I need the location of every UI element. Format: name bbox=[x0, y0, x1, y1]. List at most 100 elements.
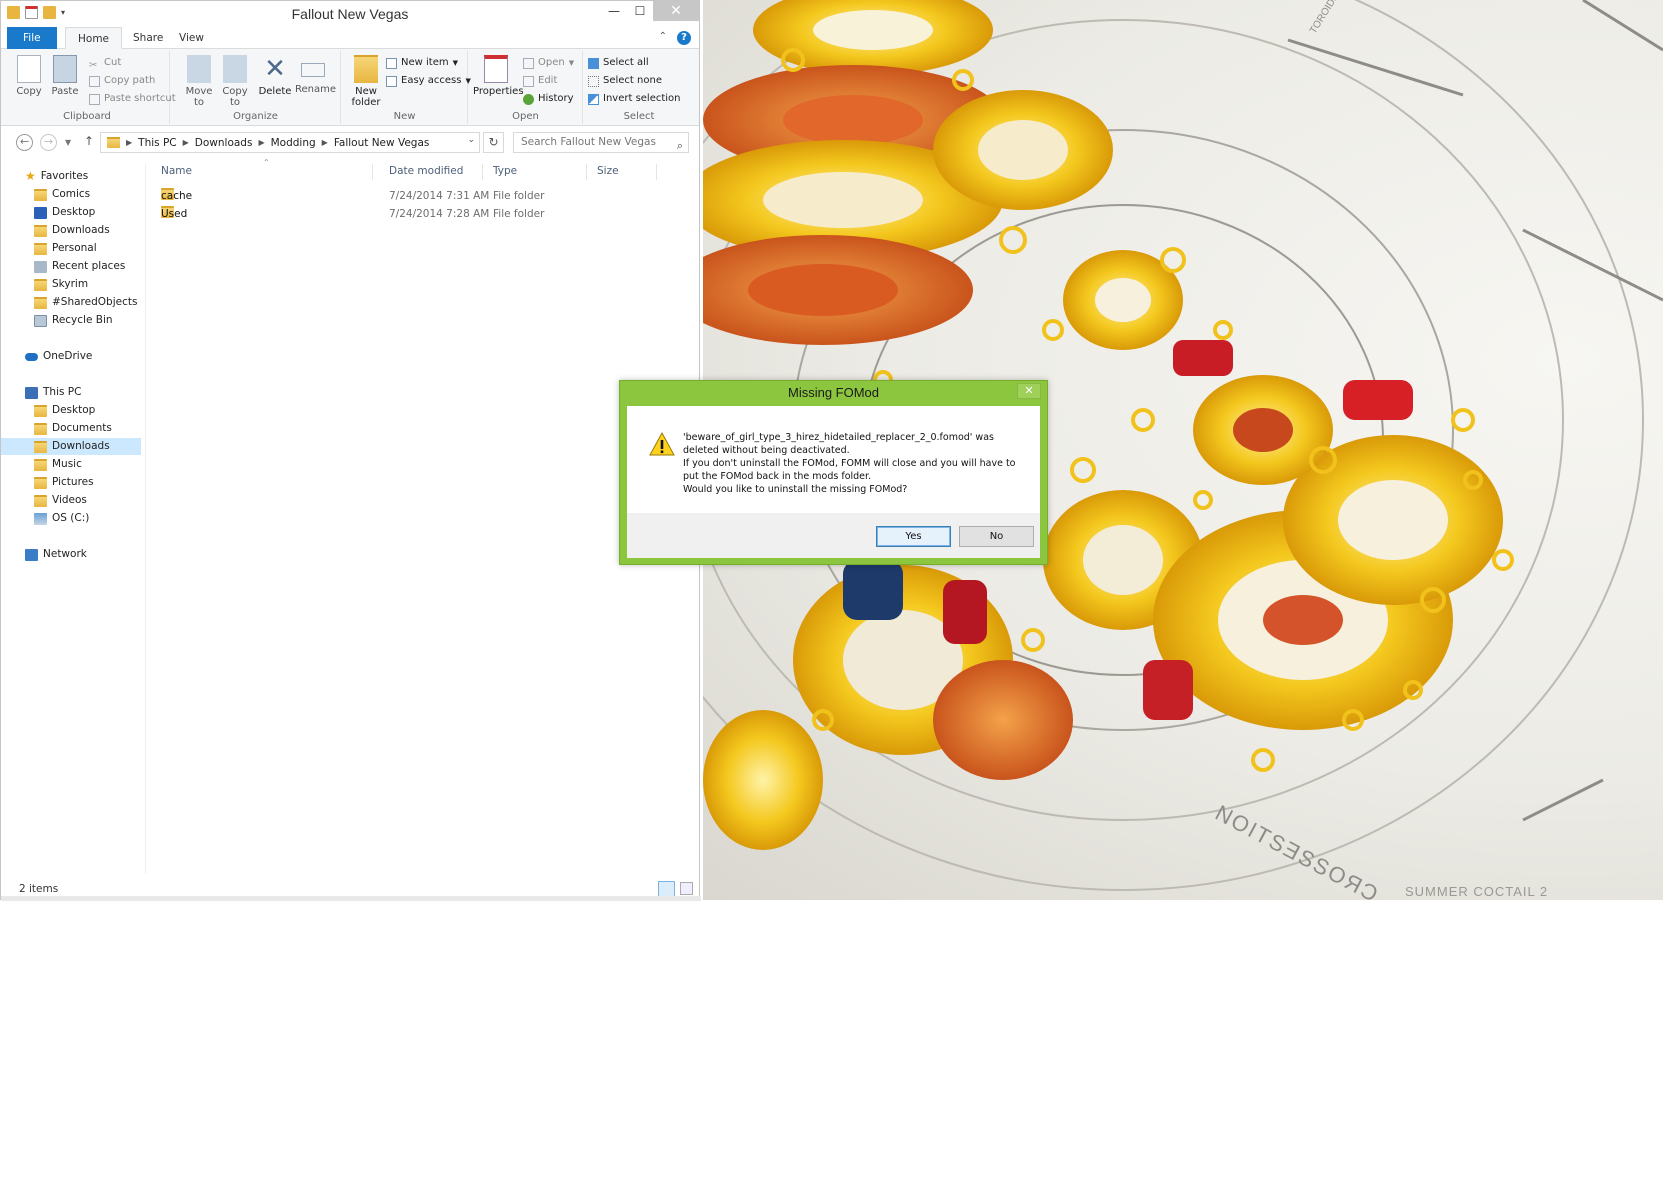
breadcrumb-item[interactable]: Fallout New Vegas bbox=[334, 137, 430, 149]
new-item-button[interactable]: New item ▼ bbox=[386, 55, 458, 71]
invert-selection-button[interactable]: Invert selection bbox=[588, 91, 681, 107]
nav-onedrive[interactable]: OneDrive bbox=[1, 348, 146, 365]
nav-network[interactable]: Network bbox=[1, 546, 146, 563]
nav-item-pc-documents[interactable]: Documents bbox=[1, 420, 146, 437]
window-title: Fallout New Vegas bbox=[291, 6, 409, 22]
nav-item-personal[interactable]: Personal bbox=[1, 240, 146, 257]
cut-label: Cut bbox=[104, 57, 122, 68]
chevron-down-icon[interactable]: ⌄ bbox=[467, 135, 475, 145]
tab-home[interactable]: Home bbox=[65, 27, 123, 49]
select-none-button[interactable]: Select none bbox=[588, 73, 662, 89]
chevron-right-icon[interactable]: ▶ bbox=[183, 138, 189, 147]
column-header-type[interactable]: Type bbox=[483, 164, 587, 180]
tab-file[interactable]: File bbox=[7, 27, 57, 49]
history-label: History bbox=[538, 93, 574, 104]
select-all-button[interactable]: Select all bbox=[588, 55, 649, 71]
breadcrumb-item[interactable]: Downloads bbox=[195, 137, 253, 149]
network-icon bbox=[25, 548, 38, 561]
nav-label: Desktop bbox=[52, 404, 96, 416]
nav-item-pc-desktop[interactable]: Desktop bbox=[1, 402, 146, 419]
nav-item-pc-music[interactable]: Music bbox=[1, 456, 146, 473]
up-button[interactable]: ↑ bbox=[84, 134, 94, 148]
nav-item-downloads[interactable]: Downloads bbox=[1, 222, 146, 239]
open-button[interactable]: Open ▼ bbox=[523, 55, 574, 71]
dialog-message-line: 'beware_of_girl_type_3_hirez_hidetailed_… bbox=[683, 432, 994, 443]
open-group-label: Open bbox=[512, 111, 539, 122]
nav-item-pc-pictures[interactable]: Pictures bbox=[1, 474, 146, 491]
easy-access-button[interactable]: Easy access ▼ bbox=[386, 73, 471, 89]
file-date: 7/24/2014 7:31 AM bbox=[389, 190, 490, 202]
invert-selection-label: Invert selection bbox=[603, 93, 681, 104]
nav-item-recycle-bin[interactable]: Recycle Bin bbox=[1, 312, 146, 329]
chevron-right-icon[interactable]: ▶ bbox=[322, 138, 328, 147]
downloads-icon bbox=[34, 440, 47, 453]
nav-item-skyrim[interactable]: Skyrim bbox=[1, 276, 146, 293]
computer-icon bbox=[25, 386, 38, 399]
open-icon bbox=[523, 57, 534, 69]
minimize-button[interactable]: — bbox=[601, 1, 627, 21]
nav-item-pc-os-drive[interactable]: OS (C:) bbox=[1, 510, 146, 527]
desktop-icon bbox=[34, 206, 47, 219]
column-header-date[interactable]: Date modified bbox=[379, 164, 483, 180]
edit-button[interactable]: Edit bbox=[523, 73, 557, 89]
paste-button[interactable]: Paste bbox=[47, 53, 83, 97]
table-row[interactable]: Used 7/24/2014 7:28 AM File folder bbox=[161, 206, 691, 223]
copy-button[interactable]: Copy bbox=[11, 53, 47, 97]
search-input[interactable]: Search Fallout New Vegas ⌕ bbox=[513, 132, 689, 153]
recent-places-icon bbox=[34, 260, 47, 273]
chevron-up-icon[interactable]: ⌃ bbox=[659, 31, 667, 42]
horizontal-scrollbar[interactable] bbox=[1, 896, 701, 901]
copy-label: Copy bbox=[16, 86, 42, 97]
properties-button[interactable]: Properties bbox=[473, 53, 524, 97]
copy-path-button[interactable]: Copy path bbox=[89, 73, 155, 89]
music-icon bbox=[34, 458, 47, 471]
yes-button[interactable]: Yes bbox=[876, 526, 951, 547]
nav-favorites[interactable]: ★ Favorites bbox=[1, 168, 146, 185]
search-icon[interactable]: ⌕ bbox=[677, 136, 683, 155]
forward-button[interactable]: → bbox=[40, 134, 57, 151]
dialog-message-line: If you don't uninstall the FOMod, FOMM w… bbox=[683, 458, 1016, 469]
delete-label: Delete bbox=[258, 86, 292, 97]
nav-item-sharedobjects[interactable]: #SharedObjects bbox=[1, 294, 146, 311]
nav-this-pc[interactable]: This PC bbox=[1, 384, 146, 401]
nav-label: Documents bbox=[52, 422, 112, 434]
rename-label: Rename bbox=[295, 84, 337, 95]
help-icon[interactable]: ? bbox=[677, 31, 691, 45]
large-icons-view-button[interactable] bbox=[680, 882, 693, 895]
table-row[interactable]: cache 7/24/2014 7:31 AM File folder bbox=[161, 188, 691, 205]
paste-shortcut-button[interactable]: Paste shortcut bbox=[89, 91, 176, 107]
search-placeholder: Search Fallout New Vegas bbox=[521, 136, 656, 148]
delete-icon: ✕ bbox=[264, 54, 286, 84]
nav-item-desktop[interactable]: Desktop bbox=[1, 204, 146, 221]
breadcrumb-item[interactable]: This PC bbox=[138, 137, 176, 149]
no-button[interactable]: No bbox=[959, 526, 1034, 547]
breadcrumb-item[interactable]: Modding bbox=[271, 137, 316, 149]
details-view-button[interactable] bbox=[658, 881, 675, 897]
copy-to-button[interactable]: Copy to bbox=[217, 53, 253, 108]
tab-view[interactable]: View bbox=[167, 27, 216, 49]
maximize-button[interactable]: ☐ bbox=[627, 1, 653, 21]
folder-icon bbox=[34, 296, 47, 309]
new-item-icon bbox=[386, 57, 397, 69]
close-button[interactable]: ✕ bbox=[653, 1, 699, 21]
nav-item-comics[interactable]: Comics bbox=[1, 186, 146, 203]
back-button[interactable]: ← bbox=[16, 134, 33, 151]
dialog-close-button[interactable]: ✕ bbox=[1017, 383, 1041, 399]
move-to-button[interactable]: Move to bbox=[181, 53, 217, 108]
title-bar[interactable]: ▾ Fallout New Vegas — ☐ ✕ bbox=[1, 1, 699, 27]
chevron-right-icon[interactable]: ▶ bbox=[258, 138, 264, 147]
scissors-icon: ✂ bbox=[89, 59, 98, 71]
refresh-button[interactable]: ↻ bbox=[483, 132, 504, 153]
recent-locations-button[interactable]: ▼ bbox=[65, 138, 71, 147]
rename-button[interactable]: Rename bbox=[295, 53, 336, 95]
history-button[interactable]: History bbox=[523, 91, 574, 107]
cut-button[interactable]: ✂ Cut bbox=[89, 55, 121, 71]
column-header-name[interactable]: Name bbox=[151, 164, 373, 180]
address-bar[interactable]: ▶ This PC ▶ Downloads ▶ Modding ▶ Fallou… bbox=[100, 132, 480, 153]
nav-item-pc-downloads[interactable]: Downloads bbox=[1, 438, 141, 455]
new-folder-button[interactable]: New folder bbox=[348, 53, 384, 108]
delete-button[interactable]: ✕ Delete bbox=[257, 53, 293, 97]
nav-item-pc-videos[interactable]: Videos bbox=[1, 492, 146, 509]
nav-item-recent-places[interactable]: Recent places bbox=[1, 258, 146, 275]
column-header-size[interactable]: Size bbox=[587, 164, 657, 180]
